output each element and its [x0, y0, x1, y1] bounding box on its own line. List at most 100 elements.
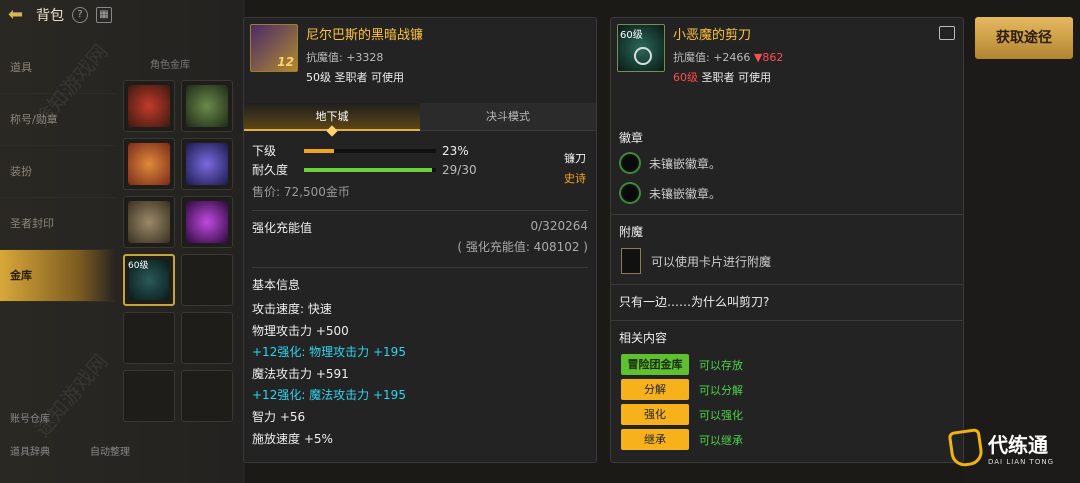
grade-row: 下级 23% [252, 141, 588, 160]
enchant-title: 附魔 [619, 225, 644, 239]
help-icon[interactable]: ? [72, 7, 88, 23]
scythe-icon: 12 [250, 24, 298, 72]
side-tab-seal[interactable]: 圣者封印 [0, 198, 115, 250]
divider [611, 320, 963, 321]
mode-tabs: 地下城 决斗模式 [244, 103, 596, 137]
side-tab-avatar[interactable]: 装扮 [0, 146, 115, 198]
basic-info-title: 基本信息 [252, 278, 301, 292]
inventory-slot[interactable] [181, 312, 233, 364]
tab-pvp[interactable]: 决斗模式 [420, 103, 596, 131]
emblem-ring-icon [621, 154, 639, 172]
enchant-text: 可以使用卡片进行附魔 [651, 254, 772, 269]
basic-info-line: 施放速度 +5% [252, 431, 333, 446]
inventory-slot-selected[interactable]: 60级 [123, 254, 175, 306]
tab-dungeon[interactable]: 地下城 [244, 103, 420, 137]
durability-row: 耐久度 29/30 [252, 160, 588, 179]
inventory-slot[interactable] [181, 80, 233, 132]
item-requirement: 50级 圣职者 可使用 [306, 71, 404, 84]
vault-label: 角色金库 [150, 60, 190, 71]
auto-sort-button[interactable]: 自动整理 [90, 443, 130, 458]
related-list: 冒险团金库 可以存放 分解 可以分解 强化 可以强化 继承 可以继承 [611, 352, 963, 452]
weapon-tags: 镰刀 史诗 [564, 150, 586, 186]
enchant-slot[interactable]: 可以使用卡片进行附魔 [611, 246, 963, 276]
basic-info-line: +12强化: 物理攻击力 +195 [252, 345, 406, 360]
related-text: 可以分解 [699, 383, 743, 397]
item-name: 小恶魔的剪刀 [673, 28, 752, 43]
related-row: 分解 可以分解 [611, 377, 963, 402]
enhance-charge-label: 强化充能值 [252, 221, 313, 235]
enhance-level-badge: 12 [277, 55, 294, 69]
divider [611, 214, 963, 215]
slot-level-badge: 60级 [128, 261, 149, 271]
related-button[interactable]: 冒险团金库 [621, 354, 689, 375]
magic-resist-diff: ▼862 [753, 51, 784, 64]
enhance-charge-sub: ( 强化充能值: 408102 ) [457, 240, 588, 254]
rarity: 史诗 [564, 172, 586, 185]
inventory-slot[interactable] [123, 80, 175, 132]
basic-info-line: +12强化: 魔法攻击力 +195 [252, 388, 406, 403]
side-tab-items[interactable]: 道具 [0, 42, 115, 94]
magic-resist: 抗魔值: +3328 [306, 51, 384, 64]
item-tooltip-scythe: 12 尼尔巴斯的黑暗战镰 抗魔值: +3328 50级 圣职者 可使用 地下城 … [243, 17, 597, 463]
divider [252, 210, 588, 211]
grade-bar [304, 148, 436, 153]
tab-dungeon-label: 地下城 [315, 110, 349, 123]
site-logo: 代练通 DAI LIAN TONG [947, 420, 1075, 475]
item-name: 尼尔巴斯的黑暗战镰 [306, 28, 424, 43]
enhance-charge-value: 0/320264 [530, 219, 589, 233]
emblem-slot[interactable]: 未镶嵌徽章。 [611, 178, 963, 208]
emblem-title: 徽章 [619, 131, 644, 145]
divider [611, 284, 963, 285]
related-button[interactable]: 强化 [621, 404, 689, 425]
side-tab-vault[interactable]: 金库 [0, 250, 115, 302]
inventory-slot[interactable] [181, 138, 233, 190]
inventory-slot[interactable] [181, 196, 233, 248]
emblem-ring-icon [621, 184, 639, 202]
basic-info-line: 攻击速度: 快速 [252, 302, 332, 316]
divider [252, 267, 588, 268]
related-row: 强化 可以强化 [611, 402, 963, 427]
no-use-icon [634, 47, 652, 65]
item-header: 60级 小恶魔的剪刀 抗魔值: +2466 ▼862 60级 圣职者 可使用 [611, 18, 963, 103]
related-text: 可以继承 [699, 433, 743, 447]
item-tooltip-scissors: 60级 小恶魔的剪刀 抗魔值: +2466 ▼862 60级 圣职者 可使用 徽… [610, 17, 964, 463]
magic-resist-row: 抗魔值: +2466 ▼862 [673, 49, 783, 65]
inventory-topbar: ⬅ 背包 ? ▦ [0, 0, 245, 30]
grade-value: 23% [442, 143, 469, 158]
durability-bar [304, 167, 436, 172]
enhance-charge-row: 强化充能值 0/320264 [252, 219, 588, 238]
related-row: 冒险团金库 可以存放 [611, 352, 963, 377]
inventory-side-tabs: 道具 称号/勋章 装扮 圣者封印 金库 [0, 42, 115, 302]
account-storage-button[interactable]: 账号仓库 [10, 410, 50, 425]
requirement-level: 60级 [673, 71, 698, 84]
acquire-button[interactable]: 获取途径 [975, 17, 1073, 59]
basic-info-line: 魔法攻击力 +591 [252, 366, 349, 381]
emblem-text: 未镶嵌徽章。 [649, 186, 722, 201]
emblem-slot[interactable]: 未镶嵌徽章。 [611, 148, 963, 178]
grid-icon[interactable]: ▦ [96, 7, 112, 23]
inventory-slot[interactable] [123, 196, 175, 248]
logo-subtitle: DAI LIAN TONG [988, 458, 1055, 466]
inventory-slot[interactable] [181, 254, 233, 306]
durability-label: 耐久度 [252, 163, 289, 177]
item-dictionary-button[interactable]: 道具辞典 [10, 443, 50, 458]
card-slot-icon [621, 248, 641, 274]
basic-info-line: 物理攻击力 +500 [252, 323, 349, 338]
share-icon[interactable] [939, 26, 955, 40]
logo-title: 代练通 [988, 433, 1048, 457]
inventory-slot[interactable] [123, 138, 175, 190]
grade-label: 下级 [252, 144, 277, 158]
related-text: 可以强化 [699, 408, 743, 422]
related-title: 相关内容 [619, 331, 668, 345]
related-button[interactable]: 分解 [621, 379, 689, 400]
emblem-text: 未镶嵌徽章。 [649, 156, 722, 171]
inventory-grid: 60级 [123, 80, 233, 422]
related-button[interactable]: 继承 [621, 429, 689, 450]
inventory-slot[interactable] [123, 312, 175, 364]
logo-mark-icon [947, 427, 985, 468]
inventory-bottom-actions: 账号仓库 道具辞典 自动整理 [10, 410, 240, 476]
scissors-icon: 60级 [617, 24, 665, 72]
side-tab-titles[interactable]: 称号/勋章 [0, 94, 115, 146]
back-arrow-icon[interactable]: ⬅ [8, 5, 28, 25]
enhance-charge-sub-row: ( 强化充能值: 408102 ) [252, 238, 588, 257]
